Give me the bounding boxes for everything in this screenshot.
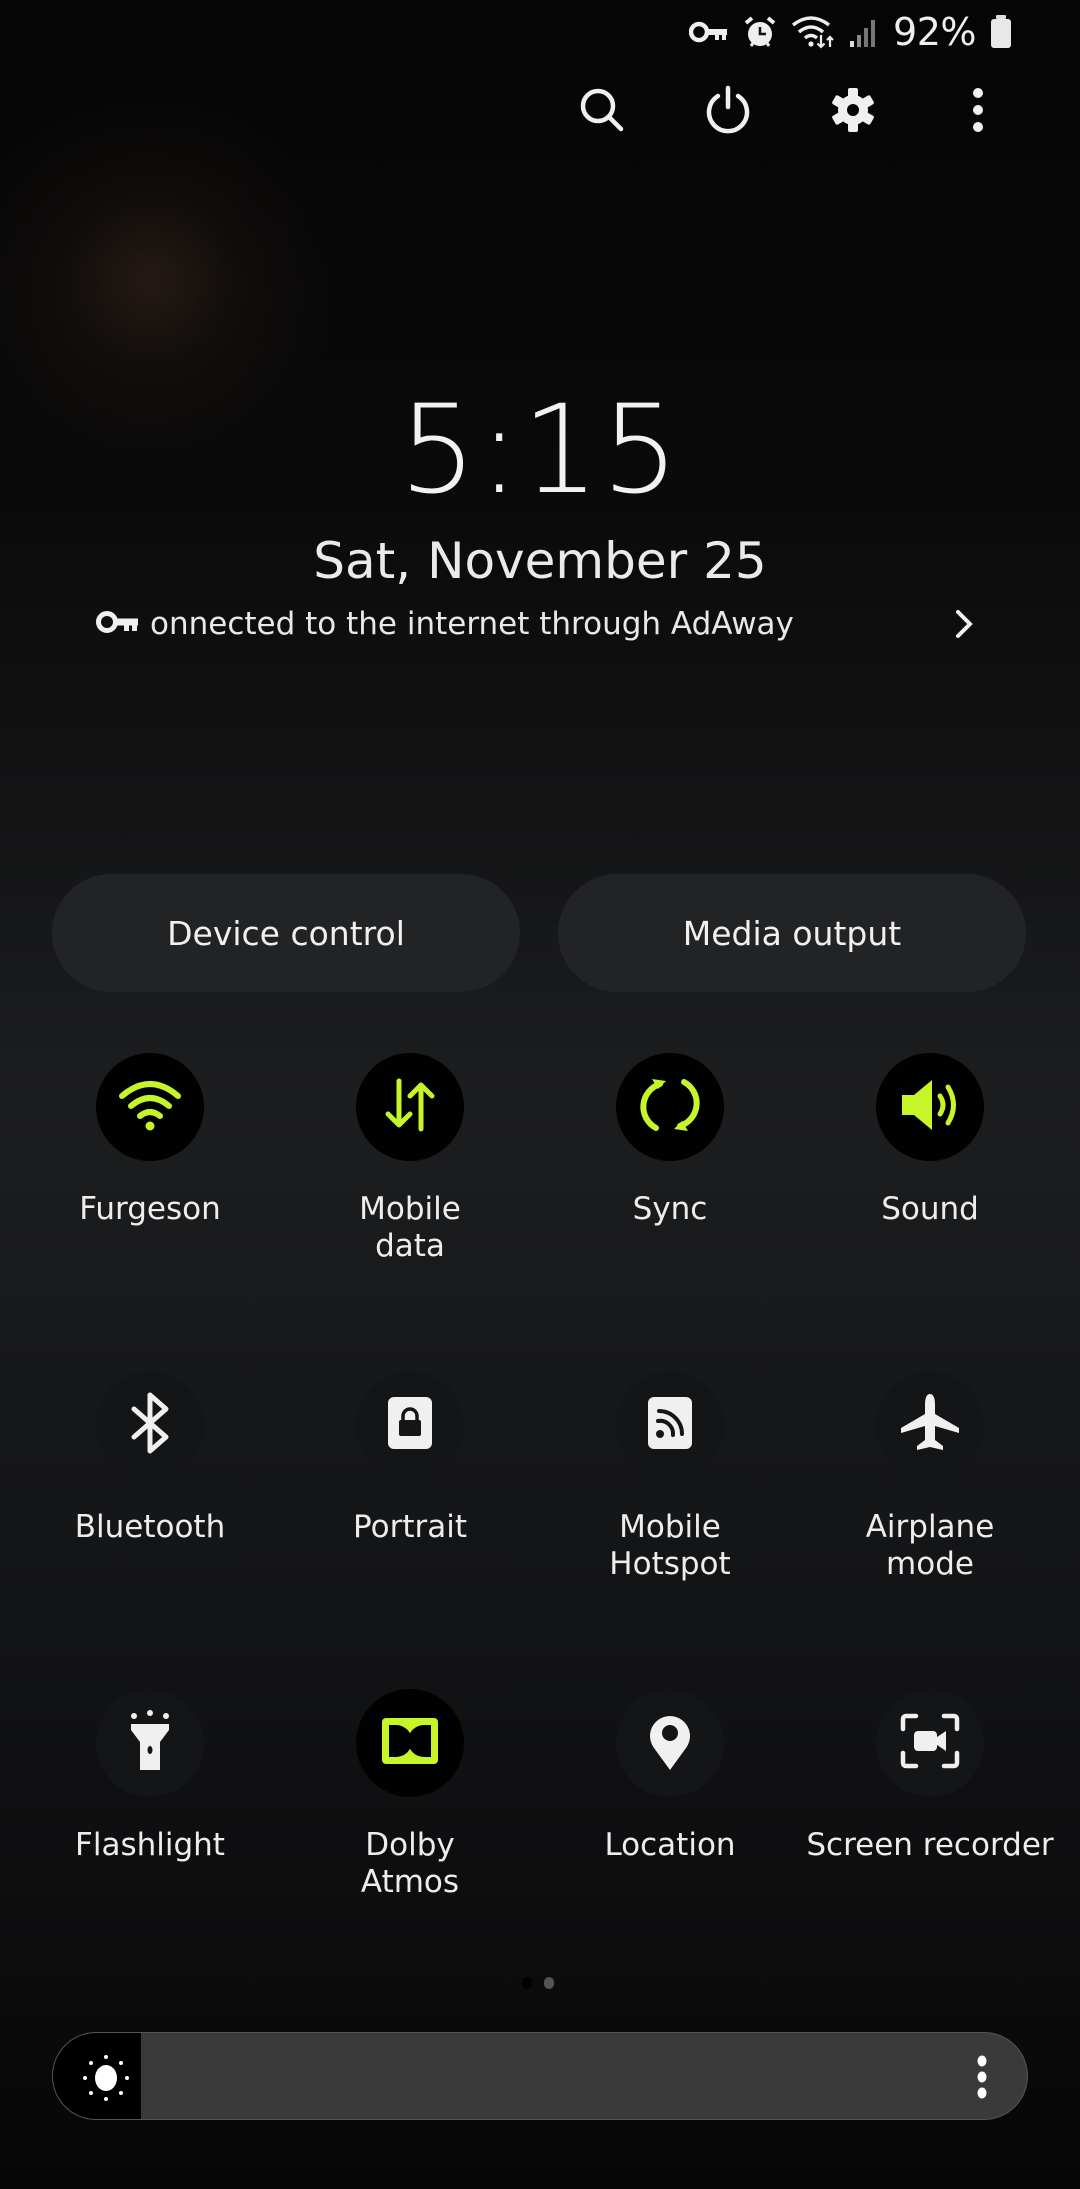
signal-icon xyxy=(849,16,879,48)
sound-icon xyxy=(898,1077,962,1137)
hotspot-icon xyxy=(647,1396,693,1454)
tile-label: Sound xyxy=(881,1191,979,1227)
tile-toggle[interactable] xyxy=(616,1053,724,1161)
tile-portrait[interactable]: Portrait xyxy=(280,1371,540,1546)
tile-sound[interactable]: Sound xyxy=(800,1053,1060,1228)
power-icon xyxy=(703,85,753,139)
status-bar: 92% xyxy=(689,10,1012,54)
page-dot[interactable] xyxy=(544,1977,554,1989)
wifi-data-icon xyxy=(791,15,835,49)
gear-icon xyxy=(828,85,878,139)
settings-button[interactable] xyxy=(823,82,883,142)
tile-toggle[interactable] xyxy=(876,1053,984,1161)
tile-screen-recorder[interactable]: Screen recorder xyxy=(800,1689,1060,1864)
search-icon xyxy=(577,85,627,139)
chevron-right-icon[interactable] xyxy=(952,606,976,646)
clock-date: Sat, November 25 xyxy=(313,532,767,590)
screen-recorder-icon xyxy=(900,1713,960,1773)
tile-label: Airplane mode xyxy=(865,1509,995,1582)
tile-dolby-atmos[interactable]: Dolby Atmos xyxy=(280,1689,540,1901)
tile-location[interactable]: Location xyxy=(540,1689,800,1864)
bluetooth-icon xyxy=(126,1391,174,1459)
wifi-icon xyxy=(118,1078,182,1136)
tile-label: Dolby Atmos xyxy=(360,1827,460,1900)
vpn-key-icon xyxy=(689,19,729,45)
more-vertical-icon[interactable] xyxy=(975,2055,989,2103)
more-options-button[interactable] xyxy=(948,82,1008,142)
media-output-button[interactable]: Media output xyxy=(558,874,1026,992)
tile-toggle[interactable] xyxy=(356,1689,464,1797)
tile-toggle[interactable] xyxy=(616,1689,724,1797)
location-icon xyxy=(645,1710,695,1776)
power-button[interactable] xyxy=(698,82,758,142)
mobile-data-icon xyxy=(380,1077,440,1137)
more-vertical-icon xyxy=(968,85,988,139)
vpn-notice[interactable]: onnected to the internet through AdAway xyxy=(96,600,986,648)
airplane-icon xyxy=(899,1392,961,1458)
tile-label: Screen recorder xyxy=(806,1827,1054,1863)
battery-icon xyxy=(990,15,1012,49)
tile-label: Portrait xyxy=(353,1509,467,1545)
tile-label: Flashlight xyxy=(75,1827,225,1863)
tile-airplane-mode[interactable]: Airplane mode xyxy=(800,1371,1060,1583)
tile-sync[interactable]: Sync xyxy=(540,1053,800,1228)
tile-toggle[interactable] xyxy=(356,1053,464,1161)
tile-label: Bluetooth xyxy=(74,1509,226,1545)
tile-toggle[interactable] xyxy=(876,1371,984,1479)
clock-time: 5:15 xyxy=(399,379,681,521)
tile-toggle[interactable] xyxy=(616,1371,724,1479)
page-dot-current[interactable] xyxy=(522,1977,532,1989)
dolby-icon xyxy=(382,1718,438,1768)
tile-toggle[interactable] xyxy=(356,1371,464,1479)
page-indicator xyxy=(522,1977,554,1989)
search-button[interactable] xyxy=(572,82,632,142)
brightness-slider[interactable] xyxy=(52,2032,1028,2120)
tile-label: Mobile data xyxy=(359,1191,461,1264)
tile-label: Sync xyxy=(632,1191,708,1227)
alarm-icon xyxy=(743,15,777,49)
tile-toggle[interactable] xyxy=(96,1689,204,1797)
tile-toggle[interactable] xyxy=(96,1371,204,1479)
tile-label: Mobile Hotspot xyxy=(609,1509,731,1582)
tile-mobile-hotspot[interactable]: Mobile Hotspot xyxy=(540,1371,800,1583)
tile-bluetooth[interactable]: Bluetooth xyxy=(20,1371,280,1546)
sync-icon xyxy=(638,1075,702,1139)
brightness-sun-icon xyxy=(81,2053,131,2107)
device-control-button[interactable]: Device control xyxy=(52,874,520,992)
vpn-key-icon xyxy=(96,608,140,640)
portrait-lock-icon xyxy=(387,1396,433,1454)
tile-mobile-data[interactable]: Mobile data xyxy=(280,1053,540,1265)
battery-percent: 92% xyxy=(893,10,976,54)
tile-flashlight[interactable]: Flashlight xyxy=(20,1689,280,1864)
flashlight-icon xyxy=(128,1710,172,1776)
tile-wifi[interactable]: Furgeson xyxy=(20,1053,280,1228)
media-output-label: Media output xyxy=(682,913,902,953)
tile-label: Location xyxy=(604,1827,736,1863)
device-control-label: Device control xyxy=(167,913,405,953)
tile-label: Furgeson xyxy=(79,1191,221,1227)
vpn-notice-text: onnected to the internet through AdAway xyxy=(150,606,794,642)
tile-toggle[interactable] xyxy=(876,1689,984,1797)
tile-toggle[interactable] xyxy=(96,1053,204,1161)
